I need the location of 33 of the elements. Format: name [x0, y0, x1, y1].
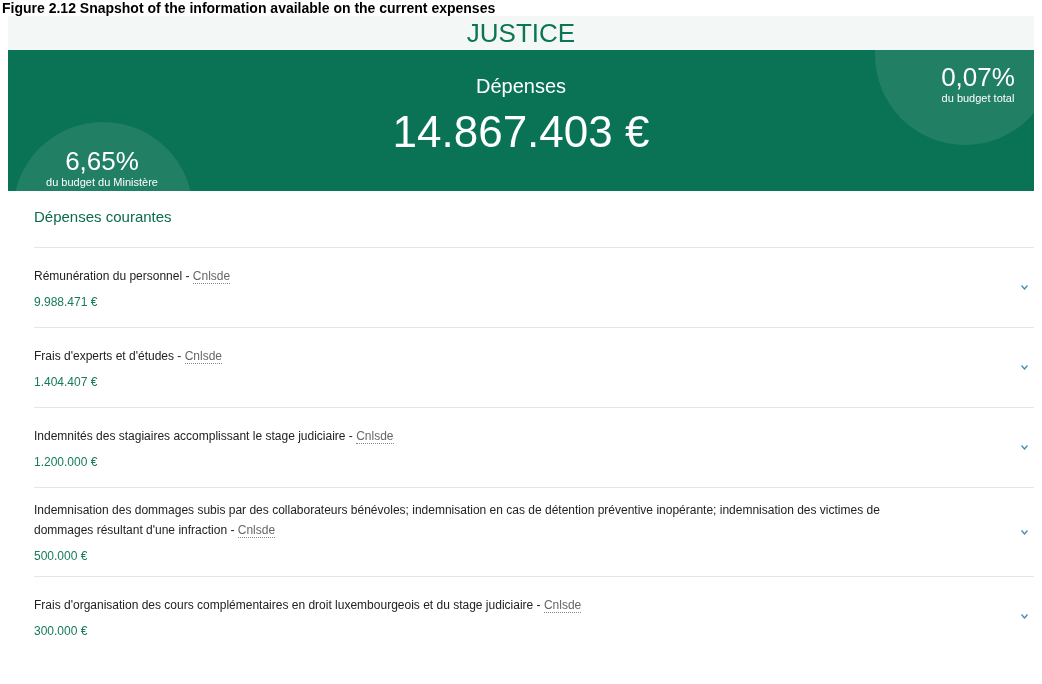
chevron-icon[interactable]	[1021, 614, 1028, 619]
ministry-title: JUSTICE	[466, 18, 576, 48]
chevron-icon[interactable]	[1021, 285, 1028, 290]
expense-amount: 500.000 €	[34, 548, 89, 564]
source-link[interactable]: Cnlsde	[237, 523, 276, 538]
ministry-share: 6,65%	[65, 147, 139, 175]
source-link[interactable]: Cnlsde	[543, 597, 582, 613]
expense-amount: 300.000 €	[34, 622, 89, 639]
expense-title: Indemnités des stagiaires accomplissant le stage judiciaire - Cnlsde	[34, 427, 394, 446]
expense-amount: 9.988.471 €	[34, 293, 99, 310]
total-share-label: du budget total	[941, 91, 1015, 105]
expenses-title: Dépenses	[475, 74, 567, 98]
figure-caption: Figure 2.12 Snapshot of the information available on the current expenses	[2, 0, 497, 16]
chevron-icon[interactable]	[1021, 529, 1028, 535]
expense-title: Frais d'experts et d'études - Cnlsde	[34, 347, 223, 366]
expense-title: Rémunération du personnel - Cnlsde	[34, 267, 231, 286]
expense-amount: 1.200.000 €	[34, 453, 99, 470]
expense-row[interactable]: Frais d'experts et d'études - Cnlsde 1.404.407 €	[34, 327, 1034, 407]
expense-row[interactable]: Rémunération du personnel - Cnlsde 9.988.471 €	[34, 247, 1034, 327]
section-title: Dépenses courantes	[34, 207, 173, 227]
source-link[interactable]: Cnlsde	[184, 348, 223, 364]
expense-row[interactable]: Indemnités des stagiaires accomplissant le stage judiciaire - Cnlsde 1.200.000 €	[34, 407, 1034, 487]
expense-amount: 1.404.407 €	[34, 373, 99, 390]
source-link[interactable]: Cnlsde	[356, 428, 394, 444]
expense-title: Indemnisation des dommages subis par des collaborateurs bénévoles; indemnisation en cas de détention préventive inopérante; indemnisation des victimes de dommages résultant d'une infraction - Cnlsde	[34, 502, 881, 540]
source-link[interactable]: Cnlsde	[192, 268, 231, 284]
expense-row[interactable]: Frais d'organisation des cours complémentaires en droit luxembourgeois et du stage judiciaire - Cnlsde 300.000 €	[34, 576, 1034, 656]
chevron-icon[interactable]	[1021, 445, 1028, 450]
chevron-icon[interactable]	[1021, 365, 1028, 370]
ministry-share-label: du budget du Ministère	[46, 175, 158, 189]
expense-title: Frais d'organisation des cours complémentaires en droit luxembourgeois et du stage judiciaire - Cnlsde	[34, 596, 582, 615]
total-share: 0,07%	[941, 63, 1015, 91]
expenses-total: 14.867.403 €	[392, 106, 650, 158]
